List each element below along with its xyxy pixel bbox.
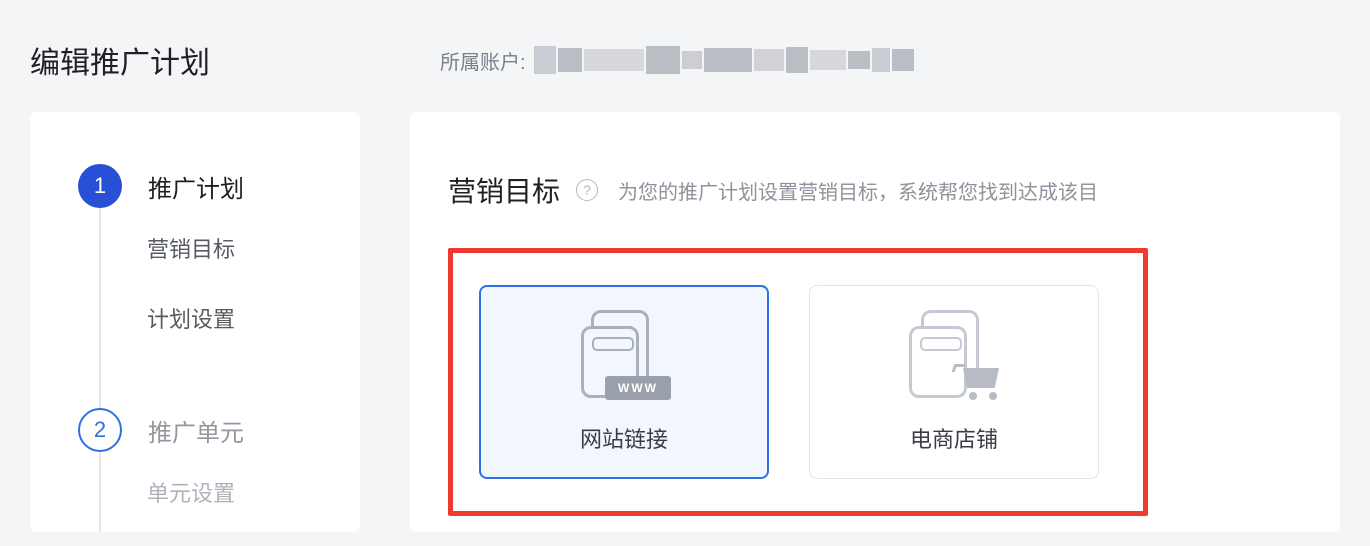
option-ecommerce-shop[interactable]: 电商店铺 <box>809 285 1099 479</box>
account-value-obscured <box>534 46 914 74</box>
step-unit[interactable]: 2 推广单元 <box>78 408 336 452</box>
section-description: 为您的推广计划设置营销目标，系统帮您找到达成该目 <box>618 176 1098 205</box>
steps-sidebar: 1 推广计划 营销目标 计划设置 2 推广单元 单元设置 <box>30 112 360 532</box>
substep-unit-settings[interactable]: 单元设置 <box>147 476 235 508</box>
step-plan[interactable]: 1 推广计划 <box>78 164 336 208</box>
section-header: 营销目标 ? 为您的推广计划设置营销目标，系统帮您找到达成该目 <box>448 170 1340 210</box>
step-plan-substeps: 营销目标 计划设置 <box>99 208 336 358</box>
option-website-link[interactable]: WWW 网站链接 <box>479 285 769 479</box>
substep-plan-settings[interactable]: 计划设置 <box>147 302 235 334</box>
help-icon[interactable]: ? <box>576 179 598 201</box>
www-badge: WWW <box>605 376 671 400</box>
option-label: 网站链接 <box>580 422 668 454</box>
account-info: 所属账户: <box>440 46 914 75</box>
ecommerce-shop-icon <box>909 310 999 398</box>
step-connector <box>99 358 101 408</box>
account-label: 所属账户: <box>440 46 526 75</box>
step-label: 推广单元 <box>148 413 244 448</box>
page-title: 编辑推广计划 <box>30 38 210 82</box>
page-header: 编辑推广计划 所属账户: <box>0 0 1370 112</box>
step-number-badge: 1 <box>78 164 122 208</box>
step-unit-substeps: 单元设置 <box>99 452 336 532</box>
option-label: 电商店铺 <box>910 422 998 454</box>
section-title: 营销目标 <box>448 170 560 210</box>
marketing-goal-options-highlight: WWW 网站链接 电商店铺 <box>448 248 1148 516</box>
step-label: 推广计划 <box>148 169 244 204</box>
website-link-icon: WWW <box>581 310 667 398</box>
main-panel: 营销目标 ? 为您的推广计划设置营销目标，系统帮您找到达成该目 WWW 网站链接 <box>410 112 1340 532</box>
step-number-badge: 2 <box>78 408 122 452</box>
substep-marketing-goal[interactable]: 营销目标 <box>147 232 235 264</box>
